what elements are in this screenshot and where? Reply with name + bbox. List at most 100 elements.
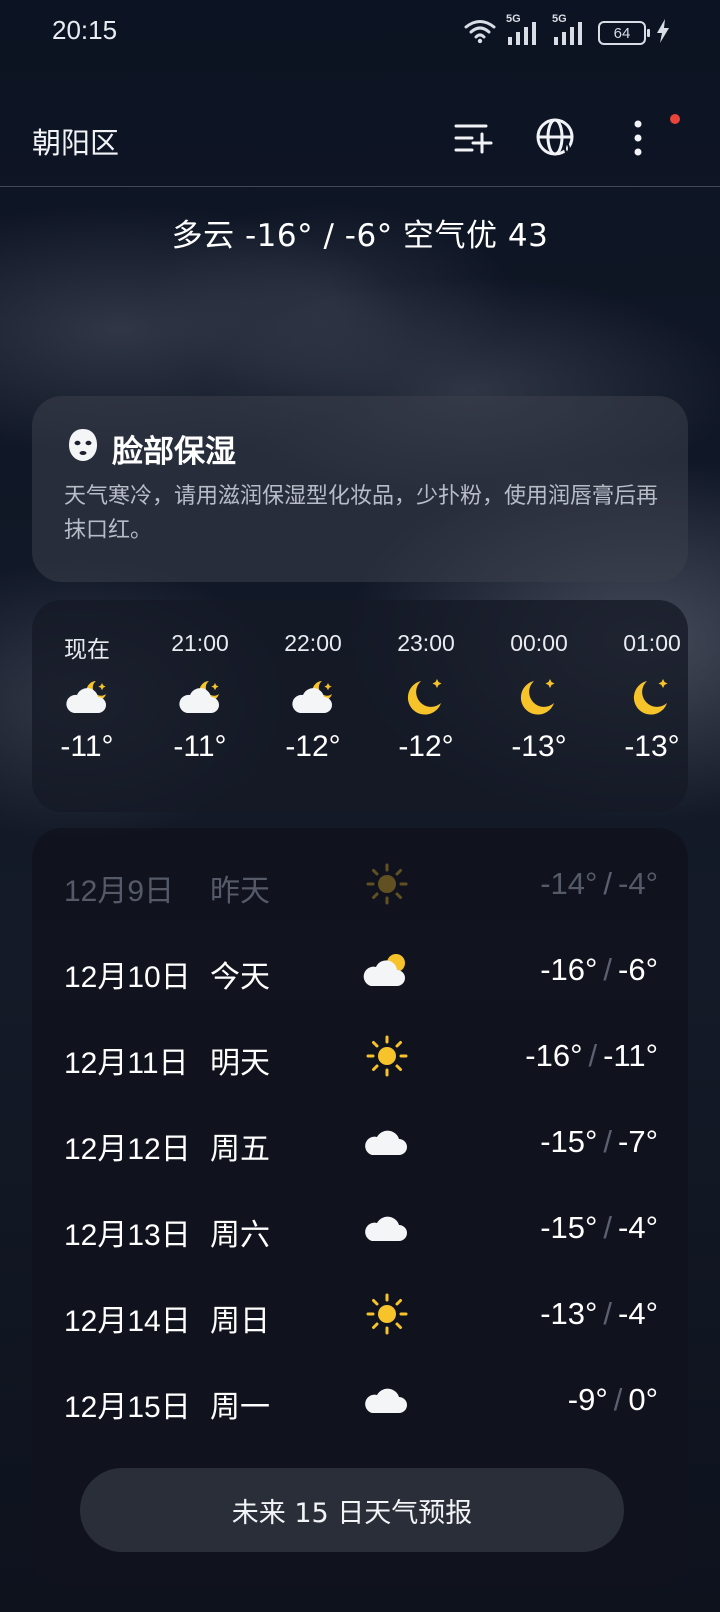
moon-icon: [371, 670, 481, 724]
day-name: 周一: [210, 1390, 270, 1425]
life-tip-card[interactable]: 脸部保湿 天气寒冷，请用滋润保湿型化妆品，少扑粉，使用润唇膏后再抹口红。: [32, 396, 688, 582]
day-high: -7°: [618, 1124, 658, 1159]
daily-row[interactable]: 12月10日 今天 -16° / -6°: [32, 928, 688, 1016]
cloudy-night-icon: [258, 670, 368, 724]
hour-temp: -13°: [511, 730, 567, 763]
day-temp-range: -15° / -7°: [540, 1124, 658, 1159]
hour-time: 现在: [64, 636, 110, 662]
day-date: 12月10日: [64, 961, 191, 994]
location-title[interactable]: 朝阳区: [32, 120, 119, 162]
battery-level: 64: [613, 24, 631, 42]
hourly-item[interactable]: 现在 -11°: [32, 630, 142, 764]
sunny-icon: [362, 1290, 412, 1338]
wifi-icon: [464, 18, 496, 48]
day-temp-range: -16° / -11°: [525, 1038, 658, 1073]
day-high: -4°: [618, 866, 658, 901]
status-time: 20:15: [52, 15, 118, 45]
15-day-forecast-button[interactable]: 未来 15 日天气预报: [80, 1468, 624, 1552]
hourly-forecast-card[interactable]: 现在 -11° 21:00 -11° 22:00 -12° 23:00 -12°…: [32, 600, 688, 812]
daily-row[interactable]: 12月15日 周一 -9°/0°: [32, 1358, 688, 1446]
day-temp-range: -15° / -4°: [540, 1210, 658, 1245]
day-date: 12月9日: [64, 875, 175, 908]
hour-time: 23:00: [397, 630, 455, 656]
day-temp-range: -13° / -4°: [540, 1296, 658, 1331]
day-low: -13°: [540, 1296, 598, 1331]
hour-temp: -11°: [60, 730, 114, 763]
charging-icon: [656, 19, 670, 47]
globe-button[interactable]: [532, 116, 580, 164]
hour-time: 00:00: [510, 630, 568, 656]
day-high: -4°: [618, 1296, 658, 1331]
day-date: 12月11日: [64, 1047, 189, 1080]
day-name: 昨天: [210, 874, 270, 909]
cloudy-icon: [362, 1118, 412, 1166]
more-icon: [633, 120, 643, 160]
day-high: -6°: [618, 952, 658, 987]
sunny-icon: [362, 860, 412, 908]
battery-icon: 64: [598, 21, 650, 45]
day-temp-range: -14° / -4°: [540, 866, 658, 901]
daily-forecast-card: 12月9日 昨天 -14° / -4° 12月10日 今天 -16° / -6°…: [32, 828, 688, 1588]
hour-time: 21:00: [171, 630, 229, 656]
cloudy-icon: [362, 1376, 412, 1424]
day-date: 12月14日: [64, 1305, 191, 1338]
day-low: -14°: [540, 866, 598, 901]
5g-signal-icon: 5G: [506, 13, 542, 47]
day-low: -15°: [540, 1124, 598, 1159]
hour-temp: -12°: [398, 730, 454, 763]
hour-temp: -13°: [624, 730, 680, 763]
moon-icon: [484, 670, 594, 724]
daily-row[interactable]: 12月9日 昨天 -14° / -4°: [32, 842, 688, 930]
moon-icon: [597, 670, 688, 724]
day-name: 周五: [210, 1132, 270, 1167]
hourly-item[interactable]: 22:00 -12°: [258, 630, 368, 764]
hourly-item[interactable]: 23:00 -12°: [371, 630, 481, 764]
hourly-item[interactable]: 21:00 -11°: [145, 630, 255, 764]
day-date: 12月15日: [64, 1391, 191, 1424]
cloudy-night-icon: [32, 670, 142, 724]
day-name: 今天: [210, 960, 270, 995]
day-high: -11°: [603, 1038, 658, 1073]
cloudy-icon: [362, 1204, 412, 1252]
app-header: 朝阳区: [0, 100, 720, 187]
cloudy-night-icon: [145, 670, 255, 724]
day-name: 周日: [210, 1304, 270, 1339]
notification-dot: [670, 114, 680, 124]
hourly-item[interactable]: 01:00 -13°: [597, 630, 688, 764]
day-temp-range: -16° / -6°: [540, 952, 658, 987]
status-bar: 20:15 5G 5G 64: [0, 0, 720, 64]
day-low: -16°: [525, 1038, 583, 1073]
manage-cities-button[interactable]: [450, 116, 498, 164]
day-low: -16°: [540, 952, 598, 987]
day-high: 0°: [628, 1382, 658, 1417]
day-temp-range: -9°/0°: [567, 1382, 658, 1417]
daily-row[interactable]: 12月12日 周五 -15° / -7°: [32, 1100, 688, 1188]
partly-cloudy-icon: [362, 946, 412, 994]
day-name: 明天: [210, 1046, 270, 1081]
hour-temp: -12°: [285, 730, 341, 763]
5g-signal-icon: 5G: [552, 13, 588, 47]
daily-row[interactable]: 12月13日 周六 -15° / -4°: [32, 1186, 688, 1274]
face-mask-icon: [68, 428, 98, 470]
day-name: 周六: [210, 1218, 270, 1253]
day-low: -15°: [540, 1210, 598, 1245]
hour-temp: -11°: [173, 730, 227, 763]
globe-icon: [535, 117, 577, 163]
daily-row[interactable]: 12月11日 明天 -16° / -11°: [32, 1014, 688, 1102]
daily-row[interactable]: 12月14日 周日 -13° / -4°: [32, 1272, 688, 1360]
sunny-icon: [362, 1032, 412, 1080]
day-high: -4°: [618, 1210, 658, 1245]
tip-description: 天气寒冷，请用滋润保湿型化妆品，少扑粉，使用润唇膏后再抹口红。: [64, 484, 659, 543]
more-options-button[interactable]: [614, 116, 662, 164]
hourly-item[interactable]: 00:00 -13°: [484, 630, 594, 764]
current-weather-summary[interactable]: 多云 -16° / -6° 空气优 43: [0, 210, 720, 255]
hour-time: 22:00: [284, 630, 342, 656]
hour-time: 01:00: [623, 630, 681, 656]
day-low: -9°: [567, 1382, 608, 1417]
manage-cities-icon: [454, 122, 494, 158]
tip-title-text: 脸部保湿: [112, 434, 236, 470]
tip-title: 脸部保湿: [68, 426, 236, 471]
day-date: 12月12日: [64, 1133, 191, 1166]
day-date: 12月13日: [64, 1219, 191, 1252]
status-icons: 5G 5G 64: [464, 13, 670, 48]
